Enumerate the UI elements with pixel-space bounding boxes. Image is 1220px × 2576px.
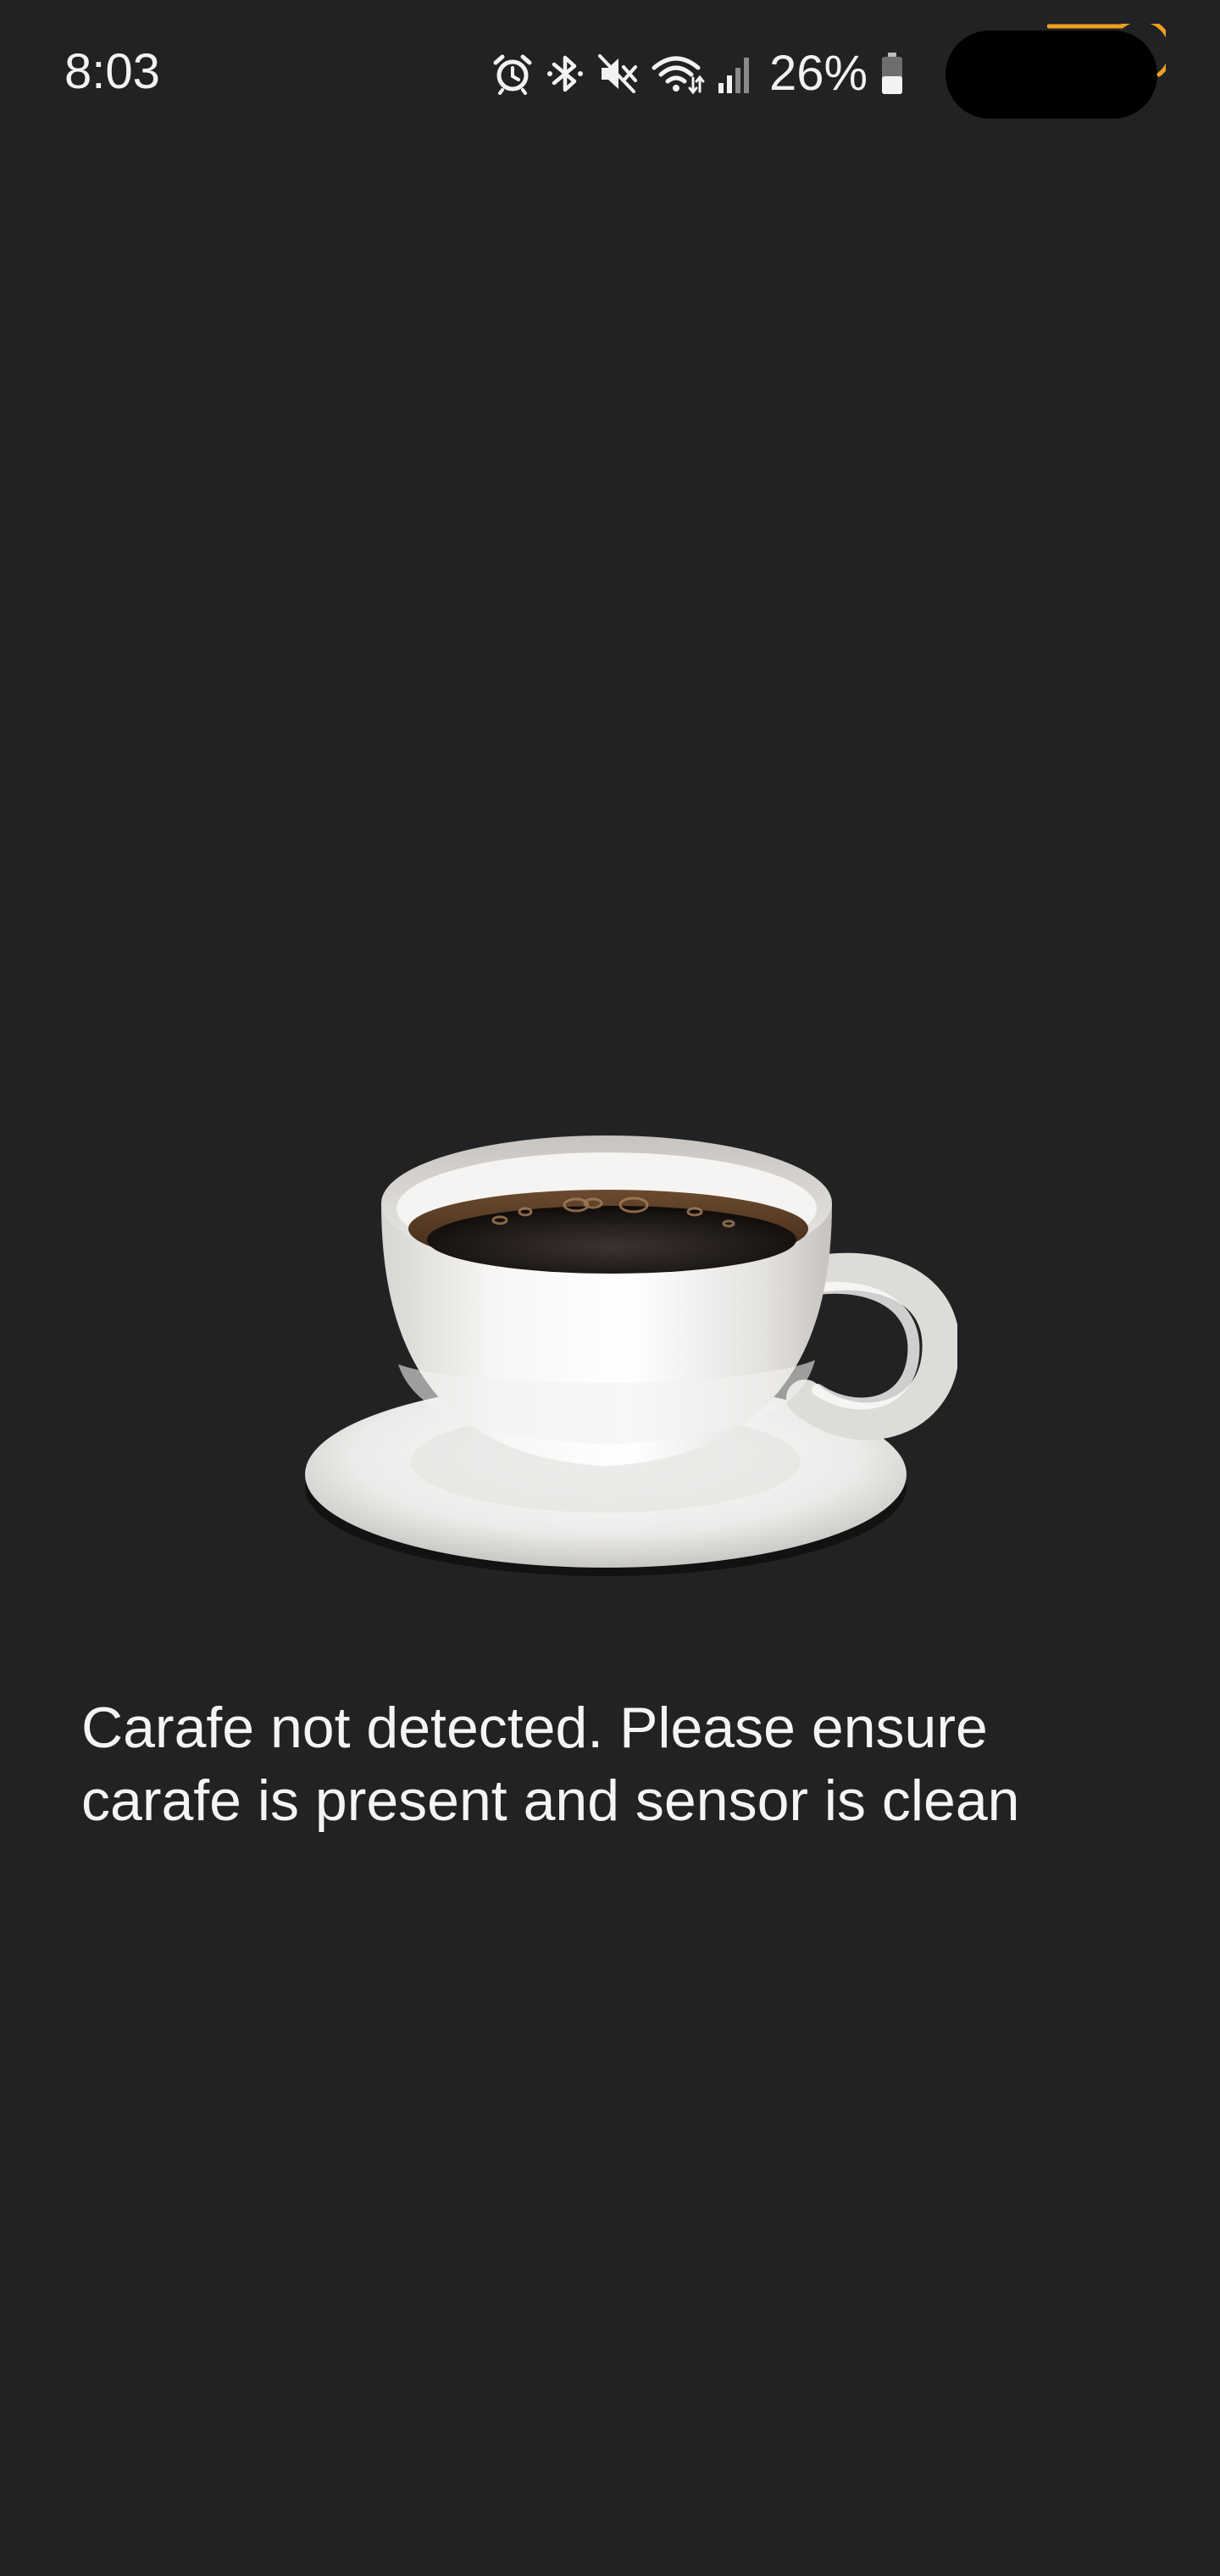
status-icons: 26% [491, 44, 905, 103]
wifi-icon [652, 56, 705, 95]
coffee-cup-icon [305, 1135, 960, 1576]
carafe-error-message: Carafe not detected. Please ensure caraf… [81, 1696, 1020, 1833]
battery-percent: 26% [769, 46, 868, 101]
status-time: 8:03 [64, 44, 160, 99]
mute-icon [598, 54, 637, 93]
battery-icon [882, 53, 903, 94]
coffee-cup-illustration [297, 1102, 960, 1593]
activity-indicator-icon [1047, 24, 1166, 77]
bluetooth-icon [547, 55, 583, 92]
signal-icon [718, 58, 749, 93]
alarm-icon [493, 54, 532, 95]
status-bar: 8:03 26% [0, 0, 1220, 144]
